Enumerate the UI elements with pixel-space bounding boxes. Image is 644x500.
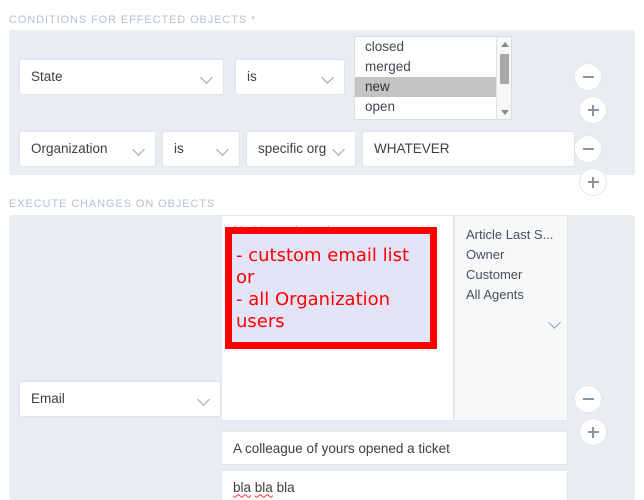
add-condition-button-1[interactable] <box>579 168 607 196</box>
email-subject-input[interactable]: A colleague of yours opened a ticket <box>221 431 568 465</box>
remove-condition-button-0[interactable] <box>574 63 602 91</box>
annotation-line-3: - all Organization <box>236 289 391 310</box>
conditions-panel: State is closed merged new open pending … <box>9 30 635 196</box>
recipient-option[interactable]: Customer <box>466 265 559 285</box>
condition-attribute-select-1[interactable]: Organization <box>19 131 156 167</box>
listbox-option[interactable]: pending close <box>355 117 511 119</box>
annotation-line-1: - cutstom email list <box>236 245 410 266</box>
chevron-down-icon <box>198 393 211 406</box>
listbox-scrollbar[interactable] <box>496 37 511 119</box>
email-body-word: bla <box>254 479 273 495</box>
execute-section-heading: EXECUTE CHANGES ON OBJECTS <box>9 194 215 212</box>
condition-attribute-value-0: State <box>31 70 63 84</box>
email-body-value: bla bla bla <box>233 480 295 495</box>
annotation-box: - cutstom email list or - all Organizati… <box>225 227 437 349</box>
scroll-up-arrow-icon[interactable] <box>497 37 511 51</box>
condition-operator-select-0[interactable]: is <box>235 59 345 95</box>
scrollbar-thumb[interactable] <box>500 54 509 84</box>
execute-heading-text: EXECUTE CHANGES ON OBJECTS <box>9 198 216 210</box>
remove-action-button[interactable] <box>574 385 602 413</box>
condition-attribute-select-0[interactable]: State <box>19 59 224 95</box>
listbox-option[interactable]: open <box>355 97 511 117</box>
action-row-actions <box>574 385 635 451</box>
chevron-down-icon <box>333 143 346 156</box>
condition-value-listbox-0[interactable]: closed merged new open pending close <box>354 36 512 120</box>
condition-attribute-value-1: Organization <box>31 142 108 156</box>
condition-operator-value-0: is <box>247 70 257 84</box>
recipient-option[interactable]: Article Last S... <box>466 225 559 245</box>
add-action-button[interactable] <box>579 418 607 446</box>
recipient-option[interactable]: All Agents <box>466 285 559 305</box>
listbox-option-selected[interactable]: new <box>355 77 511 97</box>
condition-operator-value-1: is <box>174 142 184 156</box>
conditions-section-heading: CONDITIONS FOR EFFECTED OBJECTS * <box>9 10 256 28</box>
chevron-down-icon <box>133 143 146 156</box>
add-condition-button-0[interactable] <box>579 96 607 124</box>
row-actions-1 <box>574 135 635 201</box>
recipient-option[interactable]: Owner <box>466 245 559 265</box>
chevron-down-icon <box>217 143 230 156</box>
conditions-heading-text: CONDITIONS FOR EFFECTED OBJECTS * <box>9 14 257 26</box>
listbox-option[interactable]: closed <box>355 37 511 57</box>
action-type-value: Email <box>31 392 65 406</box>
condition-value-text-1: WHATEVER <box>374 142 450 156</box>
email-subject-value: A colleague of yours opened a ticket <box>233 440 450 456</box>
annotation-line-4: users <box>236 311 285 332</box>
condition-scope-select-1[interactable]: specific orga <box>246 131 356 167</box>
chevron-down-icon <box>201 71 214 84</box>
condition-operator-select-1[interactable]: is <box>162 131 240 167</box>
email-body-word: bla <box>276 479 295 495</box>
recipients-options-pane[interactable]: Article Last S... Owner Customer All Age… <box>454 215 568 421</box>
condition-value-input-1[interactable]: WHATEVER <box>362 131 575 167</box>
scroll-down-arrow-icon[interactable] <box>497 105 511 119</box>
automation-editor: CONDITIONS FOR EFFECTED OBJECTS * State … <box>0 0 644 500</box>
annotation-line-2: or <box>236 267 255 288</box>
remove-condition-button-1[interactable] <box>574 135 602 163</box>
email-body-input[interactable]: bla bla bla <box>221 470 568 500</box>
condition-scope-value-1: specific orga <box>258 142 327 156</box>
email-body-word: bla <box>233 479 252 495</box>
row-actions-0 <box>574 63 635 129</box>
action-type-select[interactable]: Email <box>19 381 221 417</box>
chevron-down-icon[interactable] <box>549 316 562 329</box>
listbox-option[interactable]: merged <box>355 57 511 77</box>
chevron-down-icon <box>322 71 335 84</box>
